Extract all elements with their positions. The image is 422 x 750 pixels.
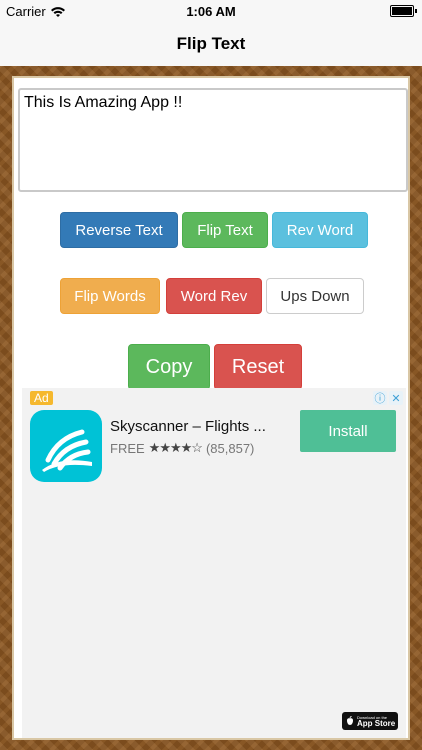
skyscanner-icon[interactable] xyxy=(30,410,102,482)
ad-app-name[interactable]: Skyscanner – Flights ... xyxy=(110,418,266,435)
nav-bar: Flip Text xyxy=(0,22,422,67)
ad-badge: Ad xyxy=(30,391,53,405)
copy-button[interactable]: Copy xyxy=(128,344,210,390)
page-title: Flip Text xyxy=(176,34,246,53)
info-icon[interactable]: ⓘ xyxy=(373,391,387,405)
star-rating-icon: ★★★★☆ xyxy=(148,440,203,455)
apple-icon xyxy=(347,716,353,725)
reverse-text-button[interactable]: Reverse Text xyxy=(60,212,178,248)
rev-word-button[interactable]: Rev Word xyxy=(272,212,368,248)
ad-banner[interactable]: Ad ⓘ ✕ Skyscanner – Flights ... FREE ★★★… xyxy=(22,388,406,738)
reset-button[interactable]: Reset xyxy=(214,344,302,390)
flip-text-button[interactable]: Flip Text xyxy=(182,212,268,248)
battery-icon xyxy=(390,5,417,17)
wood-frame: This Is Amazing App !! Reverse Text Flip… xyxy=(0,66,422,750)
install-button[interactable]: Install xyxy=(300,410,396,452)
app-store-badge[interactable]: Download on the App Store xyxy=(342,712,398,730)
ad-price: FREE xyxy=(110,440,145,456)
status-bar: Carrier 1:06 AM xyxy=(0,0,422,22)
ups-down-button[interactable]: Ups Down xyxy=(266,278,364,314)
ad-app-meta: FREE ★★★★☆ (85,857) xyxy=(110,440,254,456)
ad-choices[interactable]: ⓘ ✕ xyxy=(373,391,403,405)
app-store-name: App Store xyxy=(357,718,396,728)
text-input[interactable]: This Is Amazing App !! xyxy=(18,88,408,192)
status-time: 1:06 AM xyxy=(186,4,236,19)
content-panel: This Is Amazing App !! Reverse Text Flip… xyxy=(12,76,410,740)
ad-rating-count: (85,857) xyxy=(205,440,255,456)
app-store-text: Download on the App Store xyxy=(357,715,395,728)
close-icon[interactable]: ✕ xyxy=(389,391,403,405)
battery-fill xyxy=(392,7,412,15)
word-rev-button[interactable]: Word Rev xyxy=(166,278,262,314)
flip-words-button[interactable]: Flip Words xyxy=(60,278,160,314)
